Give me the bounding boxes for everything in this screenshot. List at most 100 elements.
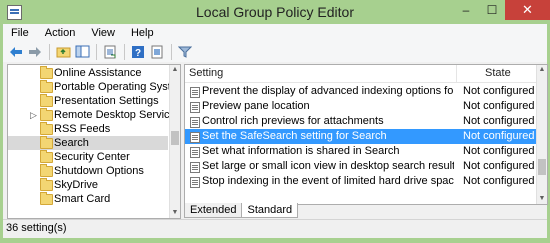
setting-state: Not configured	[463, 85, 535, 97]
table-row[interactable]: Set large or small icon view in desktop …	[185, 159, 537, 174]
policy-setting-icon	[190, 177, 200, 188]
status-bar: 36 setting(s)	[3, 219, 547, 238]
tree-item-presentation-settings[interactable]: Presentation Settings	[8, 94, 168, 108]
setting-rows: Prevent the display of advanced indexing…	[185, 84, 537, 189]
toolbar-separator	[96, 43, 97, 60]
table-row[interactable]: Preview pane location Not configured	[185, 99, 537, 114]
tree-item-portable-operating-system[interactable]: Portable Operating System	[8, 80, 180, 94]
status-settings-count: 36 setting(s)	[6, 222, 67, 234]
close-button[interactable]: ✕	[505, 0, 550, 20]
policy-setting-icon	[190, 132, 200, 143]
setting-name: Set what information is shared in Search	[202, 145, 400, 157]
tree-item-skydrive[interactable]: SkyDrive	[8, 178, 168, 192]
setting-name: Set the SafeSearch setting for Search	[202, 130, 387, 142]
tree-item-label: SkyDrive	[54, 179, 99, 191]
show-hide-tree-icon[interactable]	[73, 43, 91, 61]
folder-icon	[40, 66, 53, 79]
tree-item-label: Presentation Settings	[54, 95, 159, 107]
table-row[interactable]: Set what information is shared in Search…	[185, 144, 537, 159]
column-header-state[interactable]: State	[457, 65, 547, 82]
tree-item-security-center[interactable]: Security Center	[8, 150, 168, 164]
toolbar-separator	[171, 43, 172, 60]
tree-scroll-thumb[interactable]	[171, 131, 179, 145]
menu-help[interactable]: Help	[123, 27, 162, 39]
setting-state: Not configured	[463, 115, 535, 127]
toolbar-separator	[49, 43, 50, 60]
folder-icon	[40, 122, 53, 135]
scroll-down-icon[interactable]: ▼	[170, 208, 180, 218]
tree-item-label: Smart Card	[54, 193, 111, 205]
table-row[interactable]: Stop indexing in the event of limited ha…	[185, 174, 537, 189]
setting-state: Not configured	[463, 175, 535, 187]
table-row[interactable]: Prevent the display of advanced indexing…	[185, 84, 537, 99]
tree-scrollbar[interactable]: ▲ ▼	[169, 65, 180, 218]
setting-name: Prevent the display of advanced indexing…	[202, 85, 454, 97]
setting-state: Not configured	[463, 130, 535, 142]
export-list-icon[interactable]	[101, 43, 119, 61]
toolbar: ?	[3, 41, 547, 63]
toolbar-separator	[124, 43, 125, 60]
menu-view[interactable]: View	[83, 27, 123, 39]
app-window: Local Group Policy Editor ‒ ☐ ✕ File Act…	[0, 0, 550, 243]
settings-list: Setting State Prevent the display of adv…	[184, 64, 548, 205]
expand-arrow-icon[interactable]: ▷	[30, 108, 40, 122]
tab-extended[interactable]: Extended	[184, 203, 243, 218]
policy-setting-icon	[190, 87, 200, 98]
tree-item-label: Remote Desktop Services	[54, 109, 181, 121]
help-icon[interactable]: ?	[129, 43, 147, 61]
properties-icon[interactable]	[148, 43, 166, 61]
setting-state: Not configured	[463, 145, 535, 157]
table-row[interactable]: Set the SafeSearch setting for Search Not…	[185, 129, 537, 144]
maximize-button[interactable]: ☐	[479, 0, 505, 20]
tree-item-label: RSS Feeds	[54, 123, 111, 135]
list-scrollbar[interactable]: ▲ ▼	[536, 65, 547, 204]
setting-state: Not configured	[463, 160, 535, 172]
tab-standard[interactable]: Standard	[241, 203, 299, 218]
policy-setting-icon	[190, 147, 200, 158]
tree-item-remote-desktop-services[interactable]: ▷ Remote Desktop Services	[8, 108, 180, 122]
setting-state: Not configured	[463, 100, 535, 112]
tree-item-smart-card[interactable]: Smart Card	[8, 192, 168, 206]
menu-action[interactable]: Action	[37, 27, 84, 39]
scroll-down-icon[interactable]: ▼	[537, 194, 547, 204]
tree-item-shutdown-options[interactable]: Shutdown Options	[8, 164, 168, 178]
filter-icon[interactable]	[176, 43, 194, 61]
setting-name: Stop indexing in the event of limited ha…	[202, 175, 454, 187]
tree-item-label: Online Assistance	[54, 67, 142, 79]
setting-name: Preview pane location	[202, 100, 310, 112]
folder-icon	[40, 80, 53, 93]
svg-text:?: ?	[135, 48, 141, 59]
tree-item-online-assistance[interactable]: Online Assistance	[8, 66, 168, 80]
scroll-up-icon[interactable]: ▲	[537, 65, 547, 75]
view-tabs: Extended Standard	[184, 203, 299, 219]
window-controls: ‒ ☐ ✕	[453, 0, 550, 20]
folder-icon	[40, 164, 53, 177]
tree-item-label: Search	[54, 137, 89, 149]
policy-setting-icon	[190, 102, 200, 113]
list-scroll-thumb[interactable]	[538, 159, 546, 175]
folder-icon	[40, 178, 53, 191]
minimize-button[interactable]: ‒	[453, 0, 479, 20]
title-bar: Local Group Policy Editor ‒ ☐ ✕	[0, 0, 550, 24]
policy-tree: Online Assistance Portable Operating Sys…	[7, 64, 181, 219]
tree-item-label: Security Center	[54, 151, 130, 163]
folder-icon	[40, 192, 53, 205]
folder-icon	[40, 108, 53, 121]
column-header-setting[interactable]: Setting	[185, 65, 457, 82]
menu-file[interactable]: File	[3, 27, 37, 39]
scroll-up-icon[interactable]: ▲	[170, 65, 180, 75]
tree-item-label: Shutdown Options	[54, 165, 144, 177]
tree-item-search[interactable]: Search	[8, 136, 168, 150]
policy-setting-icon	[190, 117, 200, 128]
table-row[interactable]: Control rich previews for attachments Not…	[185, 114, 537, 129]
back-arrow-icon[interactable]	[7, 43, 25, 61]
tree-items: Online Assistance Portable Operating Sys…	[8, 66, 180, 206]
forward-arrow-icon[interactable]	[26, 43, 44, 61]
folder-icon	[40, 136, 53, 149]
list-header: Setting State	[185, 65, 537, 83]
up-folder-icon[interactable]	[54, 43, 72, 61]
menu-bar: File Action View Help	[3, 24, 547, 41]
folder-icon	[40, 94, 53, 107]
policy-setting-icon	[190, 162, 200, 173]
tree-item-rss-feeds[interactable]: RSS Feeds	[8, 122, 168, 136]
